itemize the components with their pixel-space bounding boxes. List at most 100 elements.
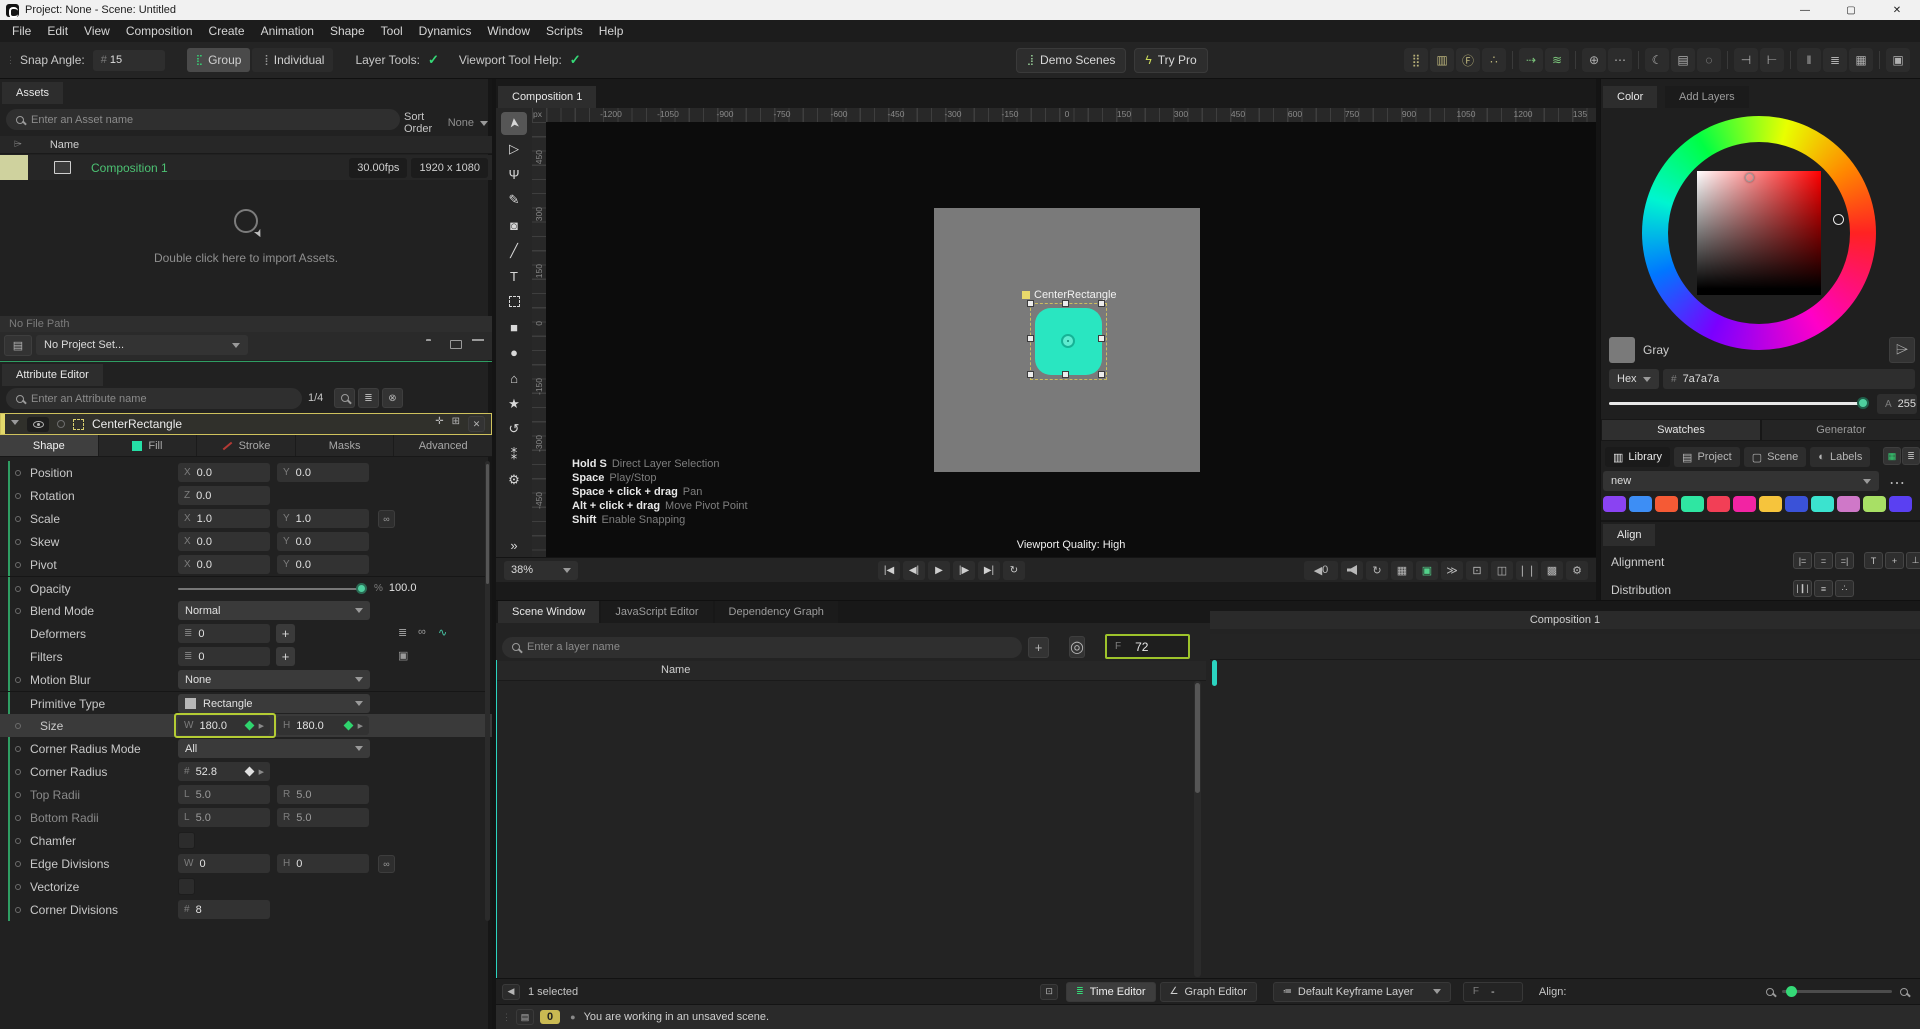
selection-handle[interactable] [1027, 300, 1034, 307]
lib-tab-project[interactable]: ▤ Project [1674, 447, 1740, 467]
lib-tab-labels[interactable]: ◐ Labels [1810, 447, 1871, 467]
grid-icon[interactable]: ▦ [1849, 48, 1873, 72]
columns-icon[interactable]: ‖ [1797, 48, 1821, 72]
hex-value-field[interactable]: #7a7a7a [1663, 369, 1915, 389]
pin-add-icon[interactable]: ⊞ [452, 416, 460, 432]
distribute-h-icon[interactable]: |❙| [1793, 580, 1812, 597]
palette-swatch[interactable] [1629, 496, 1652, 512]
current-frame-field[interactable]: F 72 [1105, 634, 1190, 659]
checker-icon[interactable]: ▩ [1541, 560, 1563, 580]
timeline-ruler[interactable] [1210, 634, 1920, 660]
direct-select-tool[interactable]: ▷ [501, 138, 527, 161]
palette-select[interactable]: new [1603, 471, 1879, 491]
dropdown-blend-mode[interactable]: Normal [178, 601, 370, 620]
align-left-icon[interactable]: |= [1793, 552, 1812, 569]
attribute-scrollbar[interactable] [485, 461, 490, 921]
link-icon[interactable]: ∞ [378, 855, 395, 873]
burst-tool[interactable]: ⁑ [501, 444, 527, 467]
value-field[interactable]: #8 [178, 900, 270, 919]
close-icon[interactable]: ✕ [1874, 0, 1920, 20]
text-tool[interactable]: T [501, 265, 527, 288]
tab-javascript-editor[interactable]: JavaScript Editor [601, 601, 713, 623]
attribute-dot-icon[interactable] [15, 608, 21, 614]
cube-icon[interactable]: ▥ [1430, 48, 1454, 72]
tab-align[interactable]: Align [1603, 524, 1656, 546]
snap-grid-icon[interactable]: ▦ [1391, 560, 1413, 580]
star-tool[interactable]: ★ [501, 393, 527, 416]
distribute-v-icon[interactable]: ≡ [1814, 580, 1833, 597]
distribute-gap-icon[interactable]: ∴ [1835, 580, 1854, 597]
viewport-canvas[interactable]: CenterRectangle Hold S Direct Layer Selec… [546, 122, 1596, 557]
screen-icon[interactable] [450, 340, 462, 349]
value-field[interactable]: X 1.0 [178, 509, 270, 528]
attr-tab-masks[interactable]: Masks [296, 435, 394, 456]
layer-search-input[interactable]: Enter a layer name [502, 636, 1022, 658]
zoom-out-icon[interactable] [1766, 987, 1774, 996]
scatter-icon[interactable]: ∴ [1482, 48, 1506, 72]
value-field[interactable]: H 180.0 ▶ [277, 716, 369, 735]
layers-icon[interactable]: ≋ [1545, 48, 1569, 72]
keyframe-next-icon[interactable]: ▶ [358, 722, 363, 730]
timeline-zoom-slider[interactable] [1782, 986, 1892, 997]
attr-tab-fill[interactable]: Fill [99, 435, 197, 456]
menu-window[interactable]: Window [479, 20, 538, 42]
palette-swatch[interactable] [1863, 496, 1886, 512]
magnet-tool[interactable]: Ψ [501, 163, 527, 186]
lasso-icon[interactable]: ◌ [1697, 48, 1721, 72]
tab-scene-window[interactable]: Scene Window [498, 601, 600, 623]
menu-animation[interactable]: Animation [253, 20, 322, 42]
selected-layer-header[interactable]: CenterRectangle ✛ ⊞ ✕ [0, 413, 492, 435]
speaker-icon[interactable] [1341, 560, 1363, 580]
align-right-icon[interactable]: ⊢ [1760, 48, 1784, 72]
step-back-icon[interactable]: ◀| [903, 560, 925, 580]
snap-angle-input[interactable]: # 15 [92, 49, 165, 71]
palette-swatch[interactable] [1655, 496, 1678, 512]
layer-list-scrollbar[interactable] [1194, 681, 1201, 977]
add-circle-icon[interactable]: ⊕ [1582, 48, 1606, 72]
value-field[interactable]: X 0.0 [178, 532, 270, 551]
value-field[interactable]: L 5.0 [178, 785, 270, 804]
palette-swatch[interactable] [1733, 496, 1756, 512]
attribute-search-input[interactable]: Enter an Attribute name [6, 388, 302, 409]
card-icon[interactable]: ▤ [1671, 48, 1695, 72]
pen-tool[interactable]: ✎ [501, 189, 527, 212]
demo-scenes-button[interactable]: ⣸ Demo Scenes [1015, 47, 1127, 73]
project-select[interactable]: No Project Set... [36, 335, 248, 355]
add-icon[interactable]: + [276, 624, 295, 643]
link-icon[interactable]: ∞ [378, 510, 395, 528]
minimize-icon[interactable]: — [1782, 0, 1828, 20]
pivot-icon[interactable] [1061, 334, 1075, 348]
menu-file[interactable]: File [4, 20, 39, 42]
value-field[interactable]: X 0.0 [178, 463, 270, 482]
zoom-knob[interactable] [1786, 986, 1797, 997]
saturation-value-box[interactable] [1697, 171, 1821, 295]
sort-order-control[interactable]: Sort Order None [404, 111, 488, 135]
asset-row[interactable]: Composition 1 30.00fps 1920 x 1080 [0, 155, 492, 180]
search-settings-icon[interactable] [334, 388, 355, 408]
selection-handle[interactable] [1098, 371, 1105, 378]
list-view-icon[interactable]: ≣ [1902, 447, 1920, 465]
menu-scripts[interactable]: Scripts [538, 20, 591, 42]
align-right-icon[interactable]: =| [1835, 552, 1854, 569]
collapse-icon[interactable]: ◀ [502, 983, 520, 1000]
palette-swatch[interactable] [1707, 496, 1730, 512]
expand-icon[interactable]: ≫ [1441, 560, 1463, 580]
monitor-icon[interactable]: ⊡ [1466, 560, 1488, 580]
dropdown-motion-blur[interactable]: None [178, 670, 370, 689]
attribute-dot-icon[interactable] [15, 677, 21, 683]
expand-all-icon[interactable]: ≣ [358, 388, 379, 408]
grid-dots-icon[interactable]: ⣿ [1404, 48, 1428, 72]
step-forward-icon[interactable]: |▶ [953, 560, 975, 580]
value-field[interactable]: R 5.0 [277, 785, 369, 804]
dropdown-primitive-type[interactable]: Rectangle [178, 694, 370, 713]
select-tool[interactable]: ➤ [501, 112, 527, 135]
try-pro-button[interactable]: ϟ Try Pro [1134, 47, 1208, 73]
onion-count-field[interactable]: ◀ 0 [1304, 560, 1338, 580]
menu-tool[interactable]: Tool [373, 20, 411, 42]
eye-icon[interactable] [27, 416, 49, 432]
count-field[interactable]: ≣ 0 [178, 647, 270, 666]
align-bottom-icon[interactable]: ⊥ [1906, 552, 1920, 569]
assets-empty-state[interactable]: Double click here to import Assets. [0, 209, 492, 265]
align-center-h-icon[interactable]: = [1814, 552, 1833, 569]
skip-start-icon[interactable]: |◀ [878, 560, 900, 580]
